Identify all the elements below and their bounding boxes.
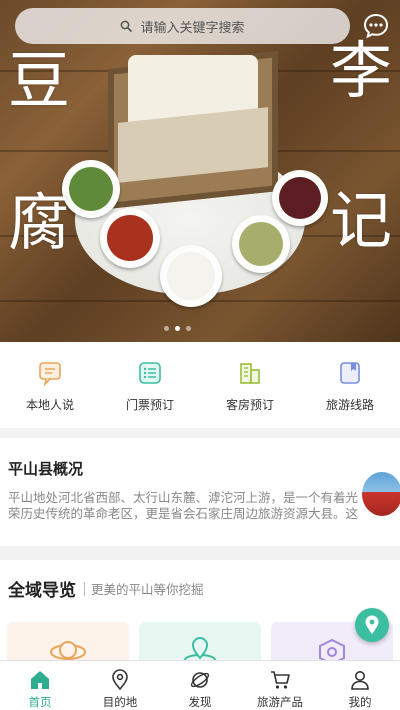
overview-thumbnail: [362, 472, 400, 516]
bowl-beans: [272, 170, 328, 226]
banner-title-left-1: 豆: [8, 44, 71, 117]
area-guide-section: 全域导览 更美的平山等你挖掘: [0, 560, 400, 670]
message-icon[interactable]: [362, 12, 390, 40]
location-pin-icon: [365, 615, 379, 634]
bowl-chili: [100, 208, 160, 268]
quick-item-hotel[interactable]: 客房预订: [200, 342, 300, 428]
carousel-dot-active[interactable]: [175, 326, 180, 331]
banner-title-left-2: 腐: [8, 186, 71, 259]
bottom-tab-bar: 首页 目的地 发现 旅游产品 我的: [0, 660, 400, 710]
search-placeholder: 请输入关键字搜索: [140, 20, 245, 36]
quick-item-routes[interactable]: 旅游线路: [300, 342, 400, 428]
tab-label: 我的: [348, 695, 372, 709]
overview-title: 平山县概况: [8, 460, 84, 478]
guide-title: 全域导览: [8, 581, 76, 601]
tab-destination[interactable]: 目的地: [80, 661, 160, 710]
county-overview-card[interactable]: 平山县概况 平山地处河北省西部、太行山东麓、滹沱河上游，是一个有着光荣历史传统的…: [0, 438, 400, 546]
route-book-icon: [340, 362, 360, 384]
user-icon: [351, 671, 369, 690]
tab-profile[interactable]: 我的: [320, 661, 400, 710]
bowl-tofu-brain: [160, 245, 222, 307]
banner-title-right-2: 记: [330, 184, 393, 257]
quick-item-label: 门票预订: [125, 398, 174, 412]
shopping-cart-icon: [271, 671, 290, 689]
search-icon: [121, 20, 133, 32]
carousel-dot[interactable]: [164, 326, 169, 331]
tab-products[interactable]: 旅游产品: [240, 661, 320, 710]
planet-icon: [190, 672, 210, 688]
overview-description: 平山地处河北省西部、太行山东麓、滹沱河上游，是一个有着光荣历史传统的革命老区，更…: [8, 490, 359, 521]
carousel-dot[interactable]: [186, 326, 191, 331]
banner-title-right-1: 李: [330, 34, 393, 107]
search-bar[interactable]: 请输入关键字搜索: [15, 8, 350, 44]
tab-label: 旅游产品: [257, 695, 303, 709]
quick-menu: 本地人说 门票预订 客房预订 旅游线路: [0, 342, 400, 428]
quick-item-local-talk[interactable]: 本地人说: [0, 342, 100, 428]
chat-bubble-icon: [39, 362, 61, 386]
location-fab[interactable]: [355, 608, 389, 642]
guide-subtitle: 更美的平山等你挖掘: [91, 582, 204, 597]
tab-home[interactable]: 首页: [0, 661, 80, 710]
carousel-indicator: [164, 326, 191, 331]
tab-label: 目的地: [102, 695, 138, 709]
quick-item-label: 旅游线路: [325, 398, 374, 412]
bowl-greens: [62, 160, 120, 218]
hotel-building-icon: [240, 363, 260, 384]
location-pin-icon: [112, 669, 128, 691]
home-icon: [31, 671, 49, 689]
banner-carousel[interactable]: 豆 腐 李 记: [0, 0, 400, 342]
quick-item-label: 客房预订: [225, 398, 274, 412]
quick-item-tickets[interactable]: 门票预订: [100, 342, 200, 428]
divider: [84, 581, 85, 596]
quick-item-label: 本地人说: [25, 398, 74, 412]
tab-label: 发现: [188, 695, 212, 709]
bowl-herbs: [232, 215, 290, 273]
tab-discover[interactable]: 发现: [160, 661, 240, 710]
ticket-list-icon: [139, 362, 161, 384]
tab-label: 首页: [28, 695, 52, 709]
